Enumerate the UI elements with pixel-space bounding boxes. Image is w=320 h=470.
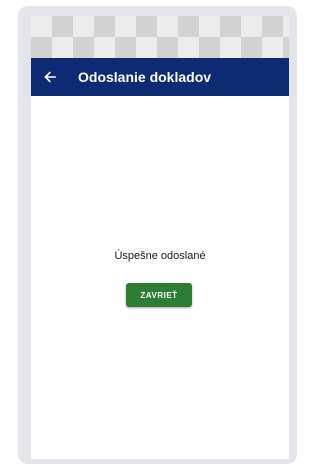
status-bar-placeholder	[31, 16, 289, 58]
close-button[interactable]: ZAVRIEŤ	[126, 283, 192, 307]
app-bar: Odoslanie dokladov	[31, 58, 289, 96]
back-arrow-icon[interactable]	[43, 70, 57, 84]
app-screen: Odoslanie dokladov Úspešne odoslané ZAVR…	[31, 16, 289, 459]
success-message: Úspešne odoslané	[114, 250, 206, 262]
page-title: Odoslanie dokladov	[78, 69, 212, 85]
